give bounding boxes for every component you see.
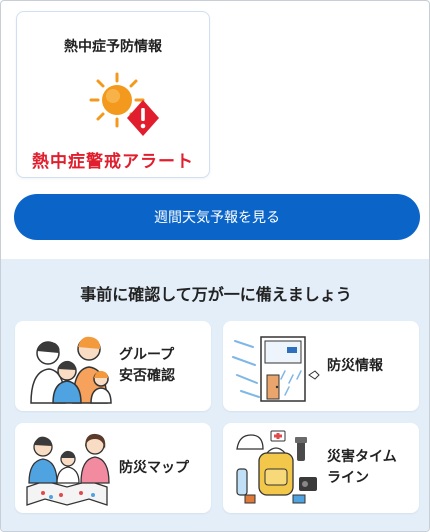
disaster-timeline-tile[interactable]: 災害タイム ライン [223,423,419,513]
family-group-icon [30,336,112,404]
tile-label-disaster-timeline: 災害タイム ライン [327,449,397,486]
preparedness-heading: 事前に確認して万が一に備えましょう [80,285,352,304]
group-safety-check-tile[interactable]: グループ 安否確認 [15,321,211,411]
screen-frame: 熱中症予防情報 熱中症警戒アラート 週間天気予報を見る 事前に確認して万が一に備… [0,0,430,532]
tile-label-group-safety: グループ 安否確認 [119,347,175,384]
family-map-icon [26,433,110,506]
tile-label-disaster-map: 防災マップ [119,459,189,476]
preparedness-section: 事前に確認して万が一に備えましょう グループ 安否確認 防災情報 防災マップ 災… [1,259,429,531]
heatstroke-info-card[interactable]: 熱中症予防情報 熱中症警戒アラート [16,11,210,178]
sun-warning-icon [89,72,159,136]
heatstroke-card-title: 熱中症予防情報 [64,39,162,55]
disaster-info-tile[interactable]: 防災情報 [223,321,419,411]
heatstroke-alert-label: 熱中症警戒アラート [32,152,194,172]
weekly-forecast-button[interactable]: 週間天気予報を見る [14,194,420,240]
tile-label-disaster-info: 防災情報 [327,357,383,374]
disaster-map-tile[interactable]: 防災マップ [15,423,211,513]
storm-house-icon [232,336,320,402]
emergency-supplies-icon [236,430,317,504]
